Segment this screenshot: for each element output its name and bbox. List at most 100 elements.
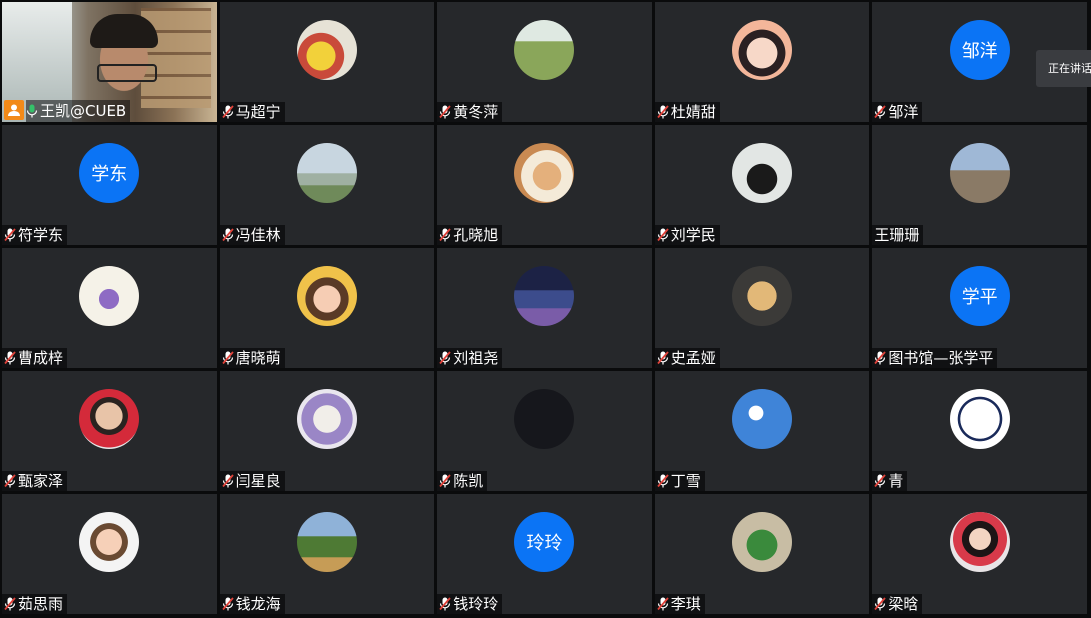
participant-name-tag: 图书馆—张学平	[872, 348, 998, 368]
participant-name-label: 黄冬萍	[453, 103, 499, 121]
participant-name-label: 马超宁	[235, 103, 281, 121]
participant-tile[interactable]: 梁晗	[872, 494, 1087, 614]
participant-tile[interactable]: 甄家泽	[2, 371, 217, 491]
participant-name-label: 甄家泽	[18, 472, 64, 490]
mic-muted-icon	[439, 474, 451, 488]
mic-muted-icon	[439, 105, 451, 119]
participant-tile[interactable]: 玲玲钱玲玲	[437, 494, 652, 614]
anime-boy-photo	[296, 389, 357, 449]
field-person-photo	[514, 20, 575, 80]
participant-name-tag: 孔晓旭	[437, 225, 503, 245]
participant-tile[interactable]: 曹成梓	[2, 248, 217, 368]
participant-name-tag: 史孟娅	[654, 348, 720, 368]
mic-muted-icon	[439, 597, 451, 611]
mic-muted-icon	[657, 228, 669, 242]
mic-muted-icon	[221, 597, 234, 611]
participant-name-tag: 闫星良	[219, 471, 285, 491]
participant-name-tag: 李琪	[654, 594, 705, 614]
participant-name-tag: 钱玲玲	[437, 594, 503, 614]
participant-tile[interactable]: 青	[872, 371, 1087, 491]
sketch-girl-photo	[949, 389, 1010, 449]
participant-name-label: 曹成梓	[18, 349, 64, 367]
self-video-tile[interactable]: 王凯@CUEB	[2, 2, 217, 122]
participant-name-tag: 曹成梓	[2, 348, 68, 368]
mic-muted-icon	[439, 228, 451, 242]
participant-tile[interactable]: 刘学民	[654, 125, 870, 245]
mic-muted-icon	[221, 228, 234, 242]
participant-name-tag: 冯佳林	[219, 225, 285, 245]
mic-muted-icon	[221, 105, 234, 119]
cartoon-girl-photo	[732, 20, 793, 80]
participant-name-label: 唐晓萌	[235, 349, 281, 367]
pikachu-photo	[296, 20, 357, 80]
mic-muted-icon	[4, 597, 16, 611]
participant-tile[interactable]: 杜婧甜	[654, 2, 870, 122]
participant-name-tag: 陈凯	[437, 471, 488, 491]
participant-tile[interactable]: 刘祖尧	[437, 248, 652, 368]
participant-tile[interactable]: 闫星良	[219, 371, 435, 491]
mic-muted-icon	[874, 105, 887, 119]
participant-tile[interactable]: 学东符学东	[2, 125, 217, 245]
mic-muted-icon	[439, 351, 451, 365]
participant-tile[interactable]: 冯佳林	[219, 125, 435, 245]
ox-photo	[732, 143, 793, 203]
child-photo	[296, 266, 357, 326]
participant-name-label: 梁晗	[888, 595, 919, 613]
participant-name-label: 邹洋	[888, 103, 919, 121]
seaside-person-photo	[296, 143, 357, 203]
mic-muted-icon	[4, 474, 16, 488]
participant-name-tag: 钱龙海	[219, 594, 285, 614]
participant-tile[interactable]: 马超宁	[219, 2, 435, 122]
participant-tile[interactable]: 茹思雨	[2, 494, 217, 614]
night-city-photo	[514, 266, 575, 326]
participant-name-label: 王珊珊	[874, 226, 920, 244]
landscape-photo	[296, 512, 357, 572]
participant-name-tag: 黄冬萍	[437, 102, 503, 122]
participant-name-tag: 唐晓萌	[219, 348, 285, 368]
participant-name-tag: 马超宁	[219, 102, 285, 122]
avatar-text-circle: 玲玲	[514, 512, 575, 572]
participant-name-label: 钱龙海	[235, 595, 281, 613]
participant-tile[interactable]: 陈凯	[437, 371, 652, 491]
participant-name-tag: 丁雪	[654, 471, 705, 491]
mic-muted-icon	[4, 228, 16, 242]
participant-name-label: 李琪	[670, 595, 701, 613]
participant-name-tag: 符学东	[2, 225, 68, 245]
mic-on-icon	[26, 104, 38, 118]
avatar-text-circle: 学东	[79, 143, 140, 203]
participant-tile[interactable]: 史孟娅	[654, 248, 870, 368]
participant-name-tag: 刘祖尧	[437, 348, 503, 368]
participant-name-label: 史孟娅	[670, 349, 716, 367]
participant-name-label: 茹思雨	[18, 595, 64, 613]
participant-name-label: 青	[888, 472, 904, 490]
dinosaur-photo	[732, 512, 793, 572]
participant-tile[interactable]: 唐晓萌	[219, 248, 435, 368]
participant-name-tag: 刘学民	[654, 225, 720, 245]
avatar-text-circle: 邹洋	[949, 20, 1010, 80]
participant-tile[interactable]: 黄冬萍	[437, 2, 652, 122]
participant-name-label: 图书馆—张学平	[888, 349, 994, 367]
mic-muted-icon	[221, 351, 234, 365]
participant-tile[interactable]: 钱龙海	[219, 494, 435, 614]
smiling-man-photo	[79, 389, 140, 449]
participant-name-tag: 王珊珊	[872, 225, 924, 245]
participant-tile[interactable]: 李琪	[654, 494, 870, 614]
participant-name-tag: 杜婧甜	[654, 102, 720, 122]
mic-muted-icon	[657, 474, 669, 488]
church-photo	[949, 143, 1010, 203]
mic-muted-icon	[657, 351, 669, 365]
self-person-glasses	[97, 64, 157, 82]
participant-name-label: 符学东	[18, 226, 64, 244]
participant-name-label: 陈凯	[453, 472, 484, 490]
host-person-icon	[4, 100, 24, 120]
participant-name-tag: 甄家泽	[2, 471, 68, 491]
self-name-tag: 王凯@CUEB	[26, 100, 131, 122]
participant-tile[interactable]: 学平 图书馆—张学平	[872, 248, 1087, 368]
participant-tile[interactable]: 王珊珊	[872, 125, 1087, 245]
participant-tile[interactable]: 孔晓旭	[437, 125, 652, 245]
mic-muted-icon	[221, 474, 234, 488]
participant-name-tag: 梁晗	[872, 594, 923, 614]
participant-tile[interactable]: 丁雪	[654, 371, 870, 491]
self-name-label: 王凯@CUEB	[40, 102, 127, 120]
participant-name-label: 丁雪	[670, 472, 701, 490]
